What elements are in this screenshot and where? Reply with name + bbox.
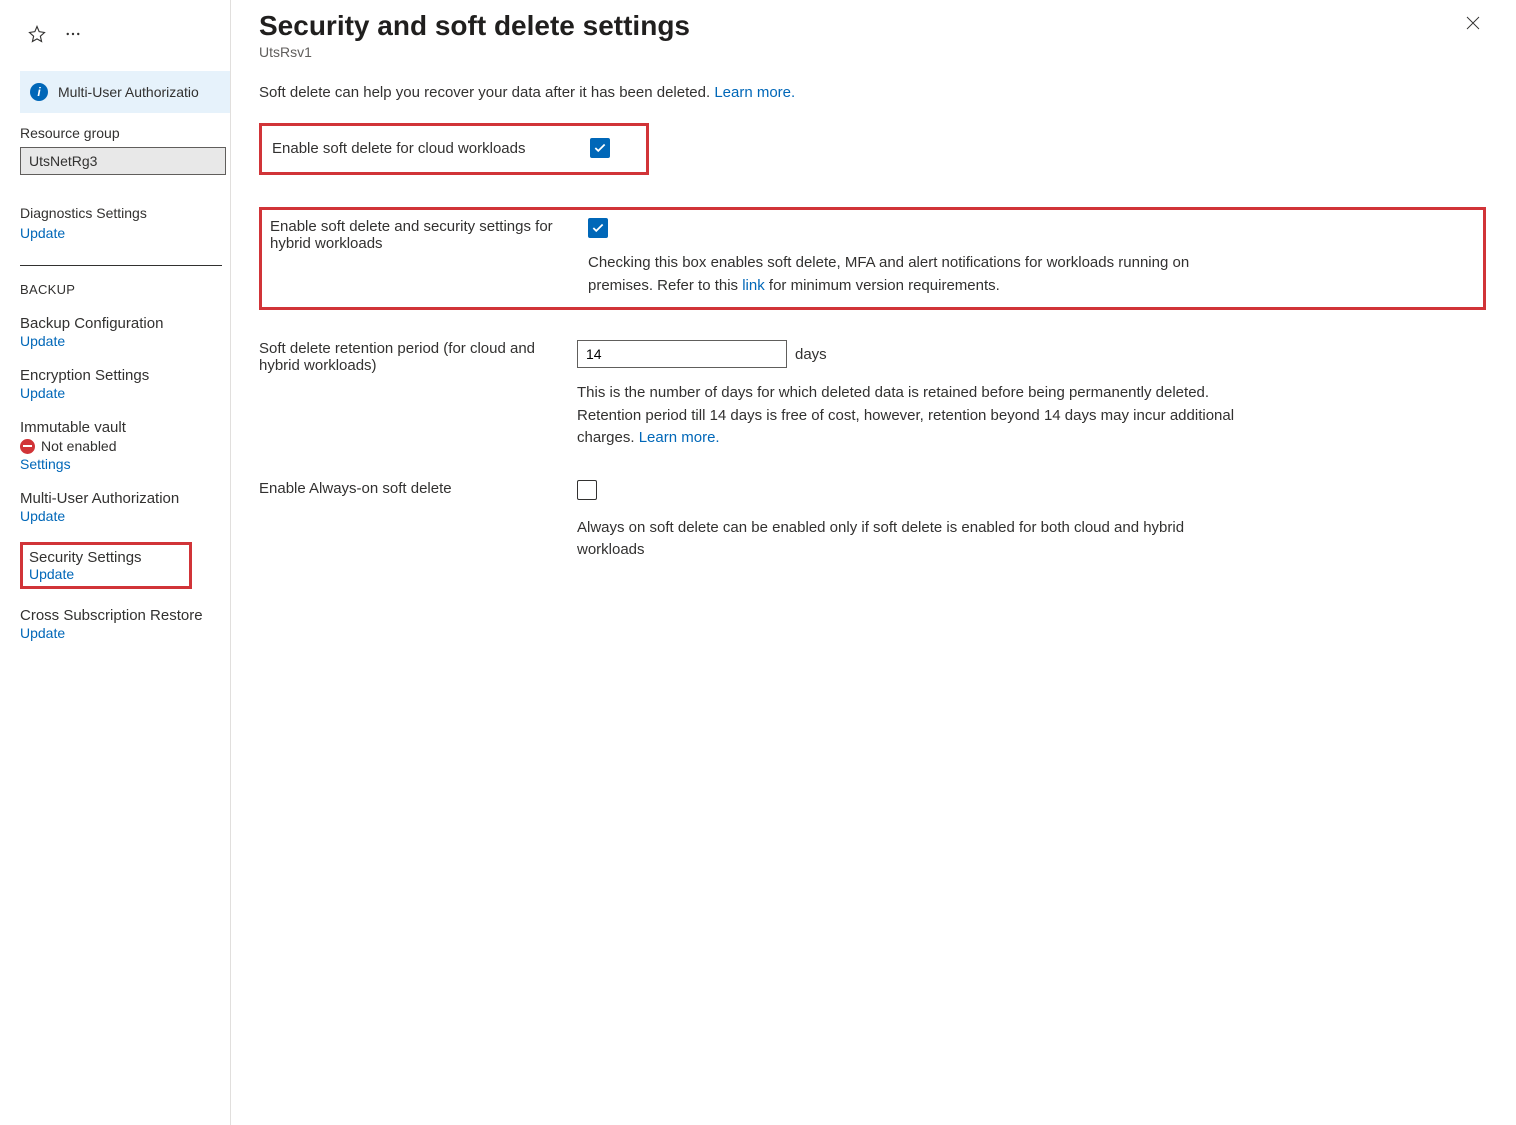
sidebar-toolbar bbox=[20, 10, 230, 71]
panel-subtitle: UtsRsv1 bbox=[259, 44, 690, 60]
always-on-desc: Always on soft delete can be enabled onl… bbox=[577, 517, 1237, 562]
immutable-vault-label: Immutable vault bbox=[20, 419, 230, 436]
sidebar-divider bbox=[20, 265, 222, 266]
setting-hybrid-soft-delete: Enable soft delete and security settings… bbox=[270, 218, 1475, 297]
diagnostics-update-link[interactable]: Update bbox=[20, 225, 65, 241]
retention-learn-more-link[interactable]: Learn more. bbox=[639, 429, 720, 446]
close-button[interactable] bbox=[1460, 10, 1486, 38]
hybrid-soft-delete-desc: Checking this box enables soft delete, M… bbox=[588, 252, 1248, 297]
cloud-soft-delete-highlight: Enable soft delete for cloud workloads bbox=[259, 123, 649, 175]
cloud-soft-delete-checkbox[interactable] bbox=[590, 138, 610, 158]
info-icon: i bbox=[30, 83, 48, 101]
more-menu-icon[interactable] bbox=[64, 25, 82, 46]
security-update-link[interactable]: Update bbox=[29, 566, 74, 582]
sidebar-item-cross-subscription: Cross Subscription Restore Update bbox=[20, 607, 230, 641]
hybrid-soft-delete-highlight: Enable soft delete and security settings… bbox=[259, 207, 1486, 310]
days-text: days bbox=[795, 346, 827, 363]
retention-days-input[interactable] bbox=[577, 340, 787, 368]
backup-config-update-link[interactable]: Update bbox=[20, 333, 65, 349]
sidebar: i Multi-User Authorizatio Resource group… bbox=[0, 0, 230, 1125]
sidebar-item-security-highlighted: Security Settings Update bbox=[20, 542, 192, 589]
intro-learn-more-link[interactable]: Learn more. bbox=[714, 84, 795, 101]
settings-panel: Security and soft delete settings UtsRsv… bbox=[230, 0, 1516, 1125]
cloud-soft-delete-label: Enable soft delete for cloud workloads bbox=[272, 140, 590, 157]
cross-sub-update-link[interactable]: Update bbox=[20, 625, 65, 641]
always-on-label: Enable Always-on soft delete bbox=[259, 480, 577, 497]
hybrid-soft-delete-checkbox[interactable] bbox=[588, 218, 608, 238]
not-enabled-icon bbox=[20, 439, 35, 454]
panel-header: Security and soft delete settings UtsRsv… bbox=[259, 10, 1486, 84]
setting-cloud-soft-delete: Enable soft delete for cloud workloads bbox=[272, 138, 636, 158]
retention-desc: This is the number of days for which del… bbox=[577, 382, 1237, 450]
intro-text: Soft delete can help you recover your da… bbox=[259, 84, 1486, 101]
resource-group-field[interactable] bbox=[20, 147, 226, 175]
always-on-checkbox[interactable] bbox=[577, 480, 597, 500]
resource-group-label: Resource group bbox=[20, 125, 230, 141]
panel-title: Security and soft delete settings bbox=[259, 10, 690, 42]
info-banner[interactable]: i Multi-User Authorizatio bbox=[20, 71, 230, 113]
backup-config-label: Backup Configuration bbox=[20, 315, 230, 332]
check-icon bbox=[593, 141, 607, 155]
hybrid-soft-delete-label: Enable soft delete and security settings… bbox=[270, 218, 588, 252]
encryption-label: Encryption Settings bbox=[20, 367, 230, 384]
close-icon bbox=[1464, 14, 1482, 32]
security-settings-label: Security Settings bbox=[29, 549, 183, 566]
backup-heading: BACKUP bbox=[20, 282, 230, 297]
immutable-status: Not enabled bbox=[20, 438, 230, 454]
retention-period-label: Soft delete retention period (for cloud … bbox=[259, 340, 577, 374]
diagnostics-settings-label: Diagnostics Settings bbox=[20, 205, 230, 221]
mua-update-link[interactable]: Update bbox=[20, 508, 65, 524]
sidebar-item-encryption: Encryption Settings Update bbox=[20, 367, 230, 401]
cross-sub-label: Cross Subscription Restore bbox=[20, 607, 230, 624]
encryption-update-link[interactable]: Update bbox=[20, 385, 65, 401]
sidebar-item-immutable: Immutable vault Not enabled Settings bbox=[20, 419, 230, 472]
favorite-star-icon[interactable] bbox=[28, 25, 46, 46]
setting-always-on: Enable Always-on soft delete Always on s… bbox=[259, 480, 1486, 562]
intro-text-body: Soft delete can help you recover your da… bbox=[259, 84, 710, 101]
mua-label: Multi-User Authorization bbox=[20, 490, 230, 507]
sidebar-item-mua: Multi-User Authorization Update bbox=[20, 490, 230, 524]
not-enabled-text: Not enabled bbox=[41, 438, 117, 454]
immutable-settings-link[interactable]: Settings bbox=[20, 456, 71, 472]
hybrid-desc-link[interactable]: link bbox=[742, 277, 765, 294]
setting-retention-period: Soft delete retention period (for cloud … bbox=[259, 340, 1486, 450]
hybrid-desc-post: for minimum version requirements. bbox=[765, 277, 1000, 294]
check-icon bbox=[591, 221, 605, 235]
info-banner-text: Multi-User Authorizatio bbox=[58, 84, 199, 100]
sidebar-item-backup-config: Backup Configuration Update bbox=[20, 315, 230, 349]
